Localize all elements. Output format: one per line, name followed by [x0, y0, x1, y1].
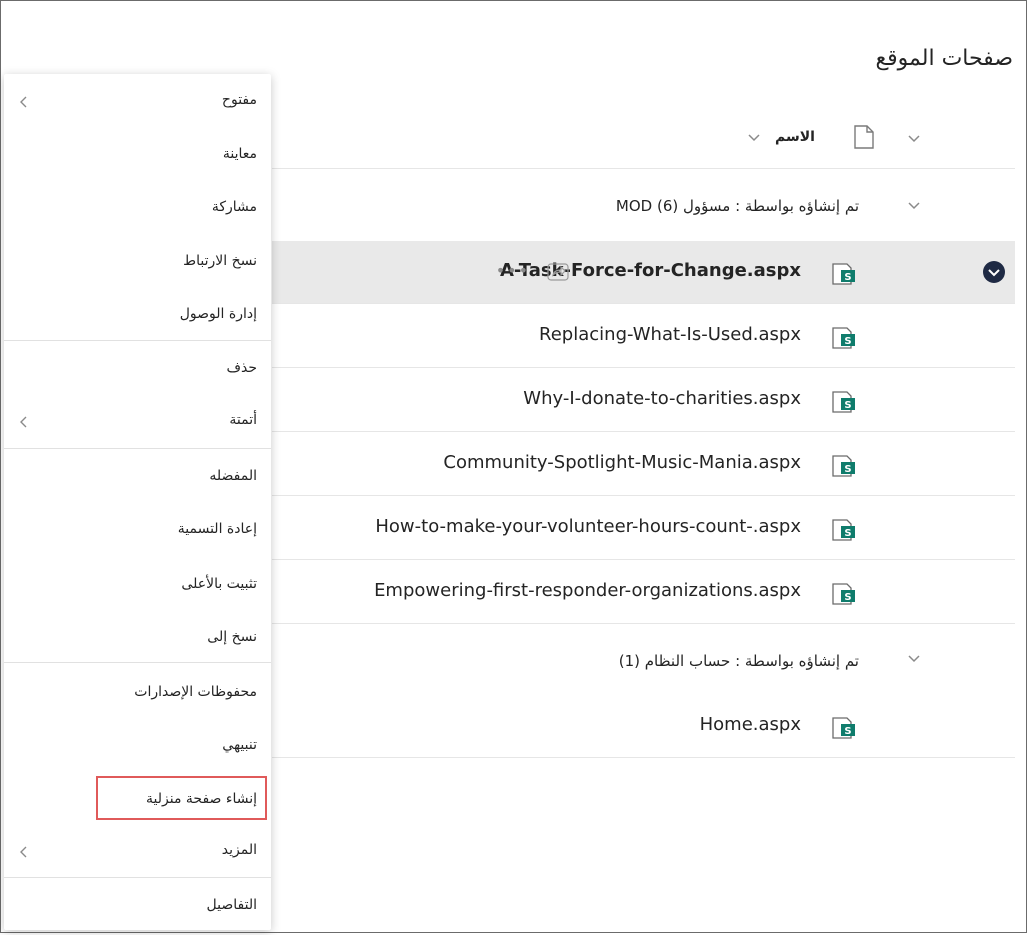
file-row[interactable]: S Replacing-What-Is-Used.aspx [272, 305, 1015, 367]
divider [272, 367, 1015, 368]
menu-separator [4, 662, 271, 663]
menu-item-label: إعادة التسمية [177, 521, 257, 537]
sharepoint-page-icon: S [831, 260, 859, 286]
chevron-left-icon [18, 844, 30, 858]
menu-item-label: مشاركة [211, 199, 257, 215]
group-collapse-chevron-icon[interactable] [905, 649, 923, 667]
file-row[interactable]: S Community-Spotlight-Music-Mania.aspx [272, 433, 1015, 495]
divider [272, 757, 1015, 758]
menu-item-details[interactable]: التفاصيل [4, 887, 271, 927]
menu-item-more[interactable]: المزيد [4, 832, 271, 872]
group-label: تم إنشاؤه بواسطة : حساب النظام (1) [618, 652, 859, 670]
menu-item-version-history[interactable]: محفوظات الإصدارات [4, 674, 271, 714]
divider [272, 623, 1015, 624]
chevron-left-icon [18, 94, 30, 108]
divider [272, 559, 1015, 560]
file-name[interactable]: Why-I-donate-to-charities.aspx [523, 388, 801, 409]
menu-item-delete[interactable]: حذف [4, 350, 271, 390]
menu-item-label: محفوظات الإصدارات [134, 684, 257, 700]
menu-item-label: تثبيت بالأعلى [181, 576, 257, 592]
menu-item-copy-to[interactable]: نسخ إلى [4, 619, 271, 659]
menu-item-label: تنبيهي [222, 737, 257, 753]
name-sort-chevron-icon[interactable] [745, 128, 763, 146]
page-title: صفحات الموقع [875, 46, 1013, 71]
sharepoint-page-icon: S [831, 714, 859, 740]
divider [272, 303, 1015, 304]
file-row[interactable]: S Empowering-first-responder-organizatio… [272, 561, 1015, 623]
file-name[interactable]: Community-Spotlight-Music-Mania.aspx [443, 452, 801, 473]
sharepoint-page-icon: S [831, 516, 859, 542]
menu-separator [4, 877, 271, 878]
file-name[interactable]: Home.aspx [700, 714, 801, 735]
svg-text:S: S [844, 528, 851, 539]
share-icon[interactable] [546, 260, 570, 284]
menu-item-copy-link[interactable]: نسخ الارتباط [4, 243, 271, 283]
menu-item-label: نسخ إلى [207, 629, 257, 645]
file-row[interactable]: S Home.aspx [272, 695, 1015, 757]
menu-item-label: مفتوح [221, 92, 257, 108]
file-row[interactable]: S Why-I-donate-to-charities.aspx [272, 369, 1015, 431]
menu-item-label: المفضله [209, 468, 257, 484]
file-type-column-icon[interactable] [853, 124, 875, 154]
file-row[interactable]: S How-to-make-your-volunteer-hours-count… [272, 497, 1015, 559]
svg-text:S: S [844, 464, 851, 475]
menu-item-label: نسخ الارتباط [183, 253, 257, 269]
menu-separator [4, 340, 271, 341]
menu-item-open[interactable]: مفتوح [4, 82, 271, 122]
file-name[interactable]: Empowering-first-responder-organizations… [374, 580, 801, 601]
sharepoint-page-icon: S [831, 324, 859, 350]
file-name[interactable]: How-to-make-your-volunteer-hours-count-.… [375, 516, 801, 537]
menu-item-label: معاينة [222, 146, 257, 162]
svg-text:S: S [844, 400, 851, 411]
menu-item-favorite[interactable]: المفضله [4, 458, 271, 498]
menu-item-label: المزيد [221, 842, 257, 858]
group-header-mod-admin[interactable]: تم إنشاؤه بواسطة : مسؤول MOD (6) [272, 182, 1015, 232]
group-header-system-account[interactable]: تم إنشاؤه بواسطة : حساب النظام (1) [272, 637, 1015, 687]
menu-item-pin-to-top[interactable]: تثبيت بالأعلى [4, 566, 271, 606]
svg-text:S: S [844, 726, 851, 737]
menu-item-alert-me[interactable]: تنبيهي [4, 727, 271, 767]
group-label: تم إنشاؤه بواسطة : مسؤول MOD (6) [615, 197, 859, 215]
menu-item-label: التفاصيل [206, 897, 257, 913]
file-row[interactable]: S A-Task-Force-for-Change.aspx ••• [272, 241, 1015, 303]
column-header: الاسم [272, 118, 1015, 158]
svg-text:S: S [844, 336, 851, 347]
divider [272, 431, 1015, 432]
sharepoint-page-icon: S [831, 580, 859, 606]
more-options-icon[interactable]: ••• [496, 263, 530, 279]
menu-item-label: حذف [226, 360, 257, 376]
selected-checkmark-icon[interactable] [983, 261, 1005, 283]
sharepoint-page-icon: S [831, 452, 859, 478]
menu-item-rename[interactable]: إعادة التسمية [4, 511, 271, 551]
menu-separator [4, 448, 271, 449]
select-all-chevron-icon[interactable] [905, 129, 923, 147]
highlight-box [96, 776, 267, 820]
group-collapse-chevron-icon[interactable] [905, 196, 923, 214]
name-column-header[interactable]: الاسم [775, 129, 815, 145]
svg-text:S: S [844, 592, 851, 603]
menu-item-label: أتمتة [229, 412, 257, 428]
svg-text:S: S [844, 272, 851, 283]
menu-item-share[interactable]: مشاركة [4, 189, 271, 229]
chevron-left-icon [18, 414, 30, 428]
menu-item-label: إدارة الوصول [179, 306, 257, 322]
file-name[interactable]: Replacing-What-Is-Used.aspx [539, 324, 801, 345]
divider [272, 168, 1015, 169]
divider [272, 495, 1015, 496]
menu-item-automate[interactable]: أتمتة [4, 402, 271, 442]
menu-item-preview[interactable]: معاينة [4, 136, 271, 176]
sharepoint-page-icon: S [831, 388, 859, 414]
menu-item-manage-access[interactable]: إدارة الوصول [4, 296, 271, 336]
